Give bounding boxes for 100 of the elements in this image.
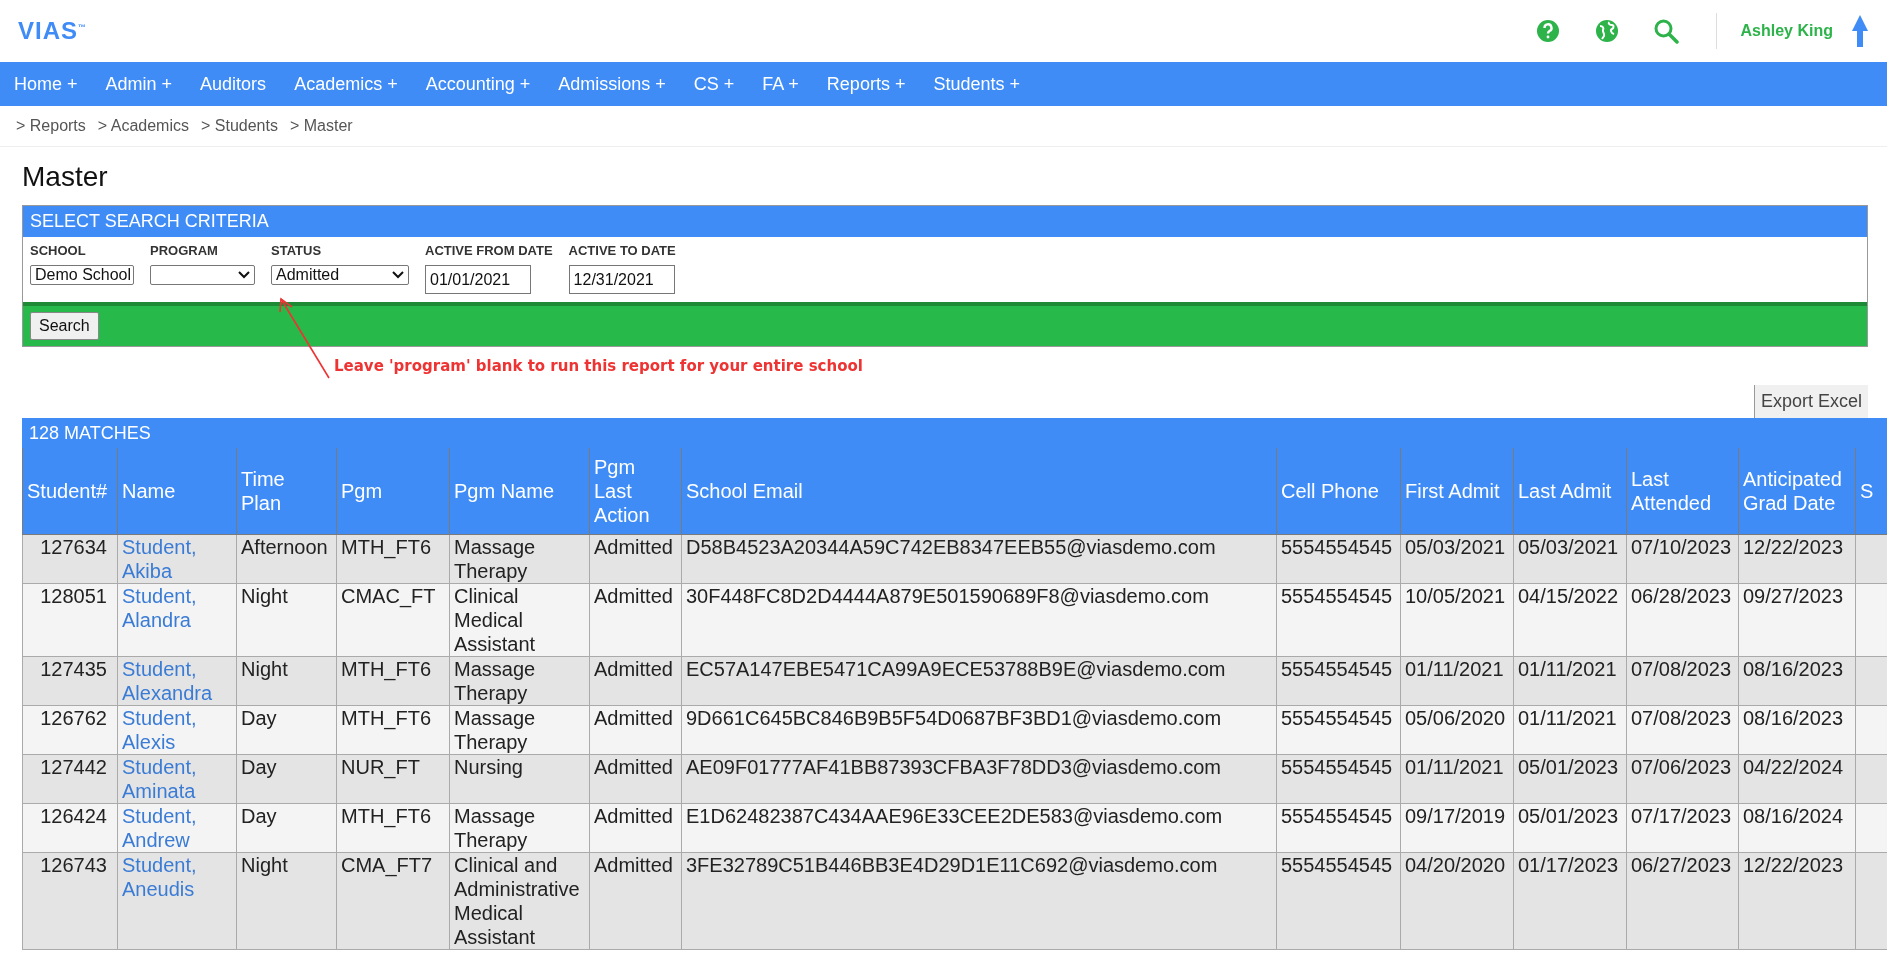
table-cell: Night xyxy=(236,656,337,706)
table-cell: 5554554545 xyxy=(1276,852,1401,950)
table-cell: Night xyxy=(236,583,337,657)
table-cell: 126762 xyxy=(22,705,118,755)
date-field[interactable]: 12/31/2021 xyxy=(568,265,675,294)
search-icon[interactable] xyxy=(1652,18,1679,44)
nav-item[interactable]: Reports + xyxy=(826,73,906,95)
nav-item[interactable]: Admissions + xyxy=(558,73,666,95)
table-cell: Massage Therapy xyxy=(449,705,590,755)
table-cell: 10/05/2021 xyxy=(1400,583,1514,657)
table-cell: Clinical Medical Assistant xyxy=(449,583,590,657)
table-cell: 127442 xyxy=(22,754,118,804)
nav-item[interactable]: Home + xyxy=(14,73,78,95)
nav-item[interactable]: Students + xyxy=(933,73,1020,95)
table-cell: 5554554545 xyxy=(1276,754,1401,804)
export-excel-button[interactable]: Export Excel xyxy=(1753,385,1868,418)
breadcrumb-link[interactable]: > Reports xyxy=(16,117,86,135)
user-name[interactable]: Ashley King xyxy=(1740,22,1833,40)
results-header: 128 MATCHES xyxy=(22,418,1887,448)
student-name-link[interactable]: Student, Alexis xyxy=(117,705,237,755)
table-cell: 05/03/2021 xyxy=(1400,534,1514,584)
table-cell: Day xyxy=(236,705,337,755)
table-cell: 01/11/2021 xyxy=(1400,754,1514,804)
column-header[interactable]: Pgm Last Action xyxy=(589,448,682,535)
dropdown[interactable]: Admitted xyxy=(271,265,409,285)
table-cell: MTH_FT6 xyxy=(336,656,450,706)
column-header[interactable]: Last Admit xyxy=(1513,448,1627,535)
dropdown[interactable] xyxy=(150,265,255,285)
up-arrow-icon[interactable] xyxy=(1851,14,1869,48)
column-header[interactable]: Pgm Name xyxy=(449,448,590,535)
table-cell: MTH_FT6 xyxy=(336,534,450,584)
column-header[interactable]: Time Plan xyxy=(236,448,337,535)
table-cell: 127435 xyxy=(22,656,118,706)
column-header[interactable]: Cell Phone xyxy=(1276,448,1401,535)
table-cell: NUR_FT xyxy=(336,754,450,804)
student-name-link[interactable]: Student, Aminata xyxy=(117,754,237,804)
logo[interactable]: VIAS$^{™}$ xyxy=(18,17,87,45)
table-cell: 07/08/2023 xyxy=(1626,705,1739,755)
date-field[interactable]: 01/01/2021 xyxy=(425,265,531,294)
student-name-link[interactable]: Student, Aneudis xyxy=(117,852,237,950)
table-cell: 01/11/2021 xyxy=(1400,656,1514,706)
table-cell: 05/06/2020 xyxy=(1400,705,1514,755)
table-cell: EC57A147EBE5471CA99A9ECE53788B9E@viasdemo.com xyxy=(681,656,1277,706)
column-header[interactable]: Student# xyxy=(22,448,118,535)
table-cell: 07/06/2023 xyxy=(1626,754,1739,804)
table-cell: 3FE32789C51B446BB3E4D29D1E11C692@viasdemo.com xyxy=(681,852,1277,950)
student-name-link[interactable]: Student, Andrew xyxy=(117,803,237,853)
table-cell: MTH_FT6 xyxy=(336,705,450,755)
table-cell: 12/22/2023 xyxy=(1738,852,1856,950)
table-cell: Night xyxy=(236,852,337,950)
table-cell: 12/22/2023 xyxy=(1738,534,1856,584)
table-cell: 09/27/2023 xyxy=(1738,583,1856,657)
table-cell: 07/08/2023 xyxy=(1626,656,1739,706)
column-header[interactable]: Name xyxy=(117,448,237,535)
table-cell: 5554554545 xyxy=(1276,534,1401,584)
table-cell: 01/11/2021 xyxy=(1513,705,1627,755)
page-title: Master xyxy=(22,161,109,193)
nav-item[interactable]: Admin + xyxy=(105,73,173,95)
field-label: ACTIVE TO DATE xyxy=(568,243,676,258)
table-cell: Admitted xyxy=(589,754,682,804)
student-name-link[interactable]: Student, Alandra xyxy=(117,583,237,657)
column-header[interactable]: S xyxy=(1855,448,1887,535)
nav-item[interactable]: CS + xyxy=(693,73,735,95)
student-name-link[interactable]: Student, Alexandra xyxy=(117,656,237,706)
column-header[interactable]: School Email xyxy=(681,448,1277,535)
field-label: ACTIVE FROM DATE xyxy=(425,243,553,258)
nav-item[interactable]: Accounting + xyxy=(425,73,531,95)
column-header[interactable]: Pgm xyxy=(336,448,450,535)
table-cell: 08/16/2023 xyxy=(1738,656,1856,706)
chevron-down-icon xyxy=(238,271,250,279)
dropdown[interactable]: Demo School xyxy=(30,265,134,285)
breadcrumb-link[interactable]: > Master xyxy=(289,117,353,135)
column-header[interactable]: First Admit xyxy=(1400,448,1514,535)
globe-icon[interactable] xyxy=(1593,18,1620,44)
help-icon[interactable] xyxy=(1534,18,1561,44)
table-cell: 07/10/2023 xyxy=(1626,534,1739,584)
field-label: PROGRAM xyxy=(150,243,219,258)
table-cell: Massage Therapy xyxy=(449,656,590,706)
table-cell: 01/17/2023 xyxy=(1513,852,1627,950)
table-cell: 05/01/2023 xyxy=(1513,803,1627,853)
breadcrumb-link[interactable]: > Students xyxy=(200,117,278,135)
search-button[interactable]: Search xyxy=(30,312,99,340)
student-name-link[interactable]: Student, Akiba xyxy=(117,534,237,584)
table-cell: 06/28/2023 xyxy=(1626,583,1739,657)
table-cell: Admitted xyxy=(589,705,682,755)
table-cell: 06/27/2023 xyxy=(1626,852,1739,950)
table-cell: 126743 xyxy=(22,852,118,950)
nav-item[interactable]: FA + xyxy=(762,73,799,95)
table-cell: 01/11/2021 xyxy=(1513,656,1627,706)
panel-title: SELECT SEARCH CRITERIA xyxy=(23,206,1867,237)
table-cell: 04/15/2022 xyxy=(1513,583,1627,657)
breadcrumb-link[interactable]: > Academics xyxy=(97,117,189,135)
field-label: STATUS xyxy=(271,243,323,258)
table-cell: 07/17/2023 xyxy=(1626,803,1739,853)
column-header[interactable]: Anticipated Grad Date xyxy=(1738,448,1856,535)
table-cell: CMAC_FT xyxy=(336,583,450,657)
table-cell: MTH_FT6 xyxy=(336,803,450,853)
nav-item[interactable]: Academics + xyxy=(294,73,398,95)
nav-item[interactable]: Auditors xyxy=(200,73,267,95)
column-header[interactable]: Last Attended xyxy=(1626,448,1739,535)
